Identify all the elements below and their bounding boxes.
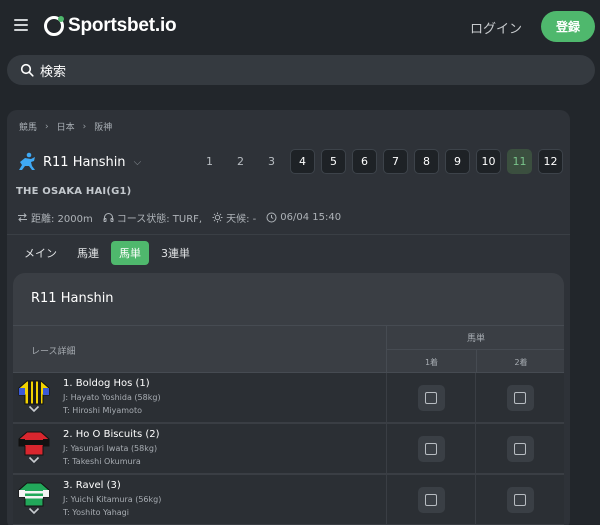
column-group-header: 馬単 <box>387 326 564 350</box>
race-number-button[interactable]: 6 <box>352 149 377 174</box>
chevron-down-icon[interactable] <box>28 507 40 515</box>
search-placeholder: 検索 <box>40 64 67 80</box>
race-number-button[interactable]: 3 <box>259 149 284 174</box>
course-text: コース状態: TURF, <box>116 214 203 225</box>
column-header-second: 2着 <box>476 350 564 374</box>
breadcrumb-item[interactable]: 阪神 <box>94 120 112 133</box>
race-number-button[interactable]: 10 <box>476 149 501 174</box>
chevron-down-icon: ⌵ <box>133 156 142 168</box>
race-number-button[interactable]: 8 <box>414 149 439 174</box>
chevron-right-icon: › <box>45 121 49 132</box>
distance-info: 距離: 2000m <box>17 210 93 225</box>
logo[interactable]: Sportsbet.io <box>43 14 177 38</box>
checkbox-second[interactable] <box>506 487 534 513</box>
time-text: 06/04 15:40 <box>280 212 342 223</box>
weather-info: 天候: - <box>212 210 256 225</box>
checkbox-second[interactable] <box>506 436 534 462</box>
hamburger-icon[interactable] <box>14 19 28 31</box>
search-icon <box>20 63 34 77</box>
jockey-silk-icon <box>18 482 50 507</box>
distance-text: 距離: 2000m <box>31 214 93 225</box>
tab-exacta[interactable]: 馬単 <box>111 241 149 265</box>
top-bar: Sportsbet.io ログイン 登録 <box>0 0 600 54</box>
breadcrumb: 競馬 › 日本 › 阪神 <box>19 120 112 134</box>
sun-icon <box>212 212 223 223</box>
logo-text: Sportsbet.io <box>68 15 177 36</box>
race-number-button[interactable]: 2 <box>228 149 253 174</box>
weather-text: 天候: - <box>226 214 257 225</box>
trainer-name: T: Yoshito Yahagi <box>63 508 129 517</box>
breadcrumb-item[interactable]: 日本 <box>57 120 75 133</box>
race-selector[interactable]: R11 Hanshin ⌵ <box>16 150 141 174</box>
horse-name: 1. Boldog Hos (1) <box>63 378 150 389</box>
bet-cell-second <box>475 424 564 474</box>
trainer-name: T: Takeshi Okumura <box>63 457 141 466</box>
race-number-button[interactable]: 1 <box>197 149 222 174</box>
column-header: レース詳細 <box>31 347 76 357</box>
bet-cell-first <box>386 424 475 474</box>
race-name: R11 Hanshin <box>43 154 126 170</box>
chevron-down-icon[interactable] <box>28 405 40 413</box>
race-panel: 競馬 › 日本 › 阪神 R11 Hanshin ⌵ 1 2 3 4 5 6 7… <box>7 110 570 525</box>
table-row: 2. Ho O Biscuits (2) J: Yasunari Iwata (… <box>13 424 564 474</box>
headphones-icon <box>103 213 114 222</box>
table-row: 3. Ravel (3) J: Yuichi Kitamura (56kg) T… <box>13 475 564 525</box>
bet-cell-second <box>475 373 564 423</box>
bet-type-tabs: メイン 馬連 馬単 3連単 <box>16 241 198 265</box>
race-number-button[interactable]: 7 <box>383 149 408 174</box>
table-header-bets: 馬単 1着 2着 <box>386 325 564 374</box>
card-title: R11 Hanshin <box>31 291 114 306</box>
jockey-name: J: Yasunari Iwata (58kg) <box>63 444 158 453</box>
time-info: 06/04 15:40 <box>266 212 341 223</box>
search-input[interactable]: 検索 <box>7 55 595 85</box>
table-header-details: レース詳細 <box>13 325 386 373</box>
jockey-name: J: Yuichi Kitamura (56kg) <box>63 495 162 504</box>
jockey-silk-icon <box>18 431 50 456</box>
bet-cell-first <box>386 475 475 525</box>
tab-quinella[interactable]: 馬連 <box>69 241 107 265</box>
race-number-list: 1 2 3 4 5 6 7 8 9 10 11 12 <box>197 149 563 174</box>
horse-name: 3. Ravel (3) <box>63 480 121 491</box>
checkbox-first[interactable] <box>417 385 445 411</box>
race-number-button[interactable]: 4 <box>290 149 315 174</box>
column-header-first: 1着 <box>424 357 439 367</box>
breadcrumb-item[interactable]: 競馬 <box>19 120 37 133</box>
login-link[interactable]: ログイン <box>470 18 522 37</box>
clock-icon <box>266 212 277 223</box>
checkbox-second[interactable] <box>506 385 534 411</box>
race-meta: 距離: 2000m コース状態: TURF, 天候: - 06/04 15:40 <box>17 210 341 225</box>
jockey-silk-icon <box>18 380 50 405</box>
bet-cell-first <box>386 373 475 423</box>
chevron-right-icon: › <box>82 121 87 132</box>
race-number-button[interactable]: 9 <box>445 149 470 174</box>
race-title: THE OSAKA HAI(G1) <box>16 186 132 197</box>
race-number-button-active[interactable]: 11 <box>507 149 532 174</box>
table-row: 1. Boldog Hos (1) J: Hayato Yoshida (58k… <box>13 373 564 423</box>
race-number-button[interactable]: 5 <box>321 149 346 174</box>
horse-name: 2. Ho O Biscuits (2) <box>63 429 160 440</box>
bet-cell-second <box>475 475 564 525</box>
course-info: コース状態: TURF, <box>103 210 202 225</box>
bet-card: R11 Hanshin レース詳細 馬単 1着 2着 1. Boldog Hos… <box>13 273 564 525</box>
register-button[interactable]: 登録 <box>541 11 595 42</box>
arrows-swap-icon <box>18 213 27 222</box>
checkbox-first[interactable] <box>417 436 445 462</box>
tab-main[interactable]: メイン <box>16 241 65 265</box>
trainer-name: T: Hiroshi Miyamoto <box>63 406 142 415</box>
jockey-name: J: Hayato Yoshida (58kg) <box>63 393 161 402</box>
chevron-down-icon[interactable] <box>28 456 40 464</box>
race-number-button[interactable]: 12 <box>538 149 563 174</box>
divider <box>7 234 570 235</box>
logo-icon <box>44 16 64 36</box>
horse-racing-icon <box>19 152 35 170</box>
tab-trifecta[interactable]: 3連単 <box>153 241 198 265</box>
checkbox-first[interactable] <box>417 487 445 513</box>
